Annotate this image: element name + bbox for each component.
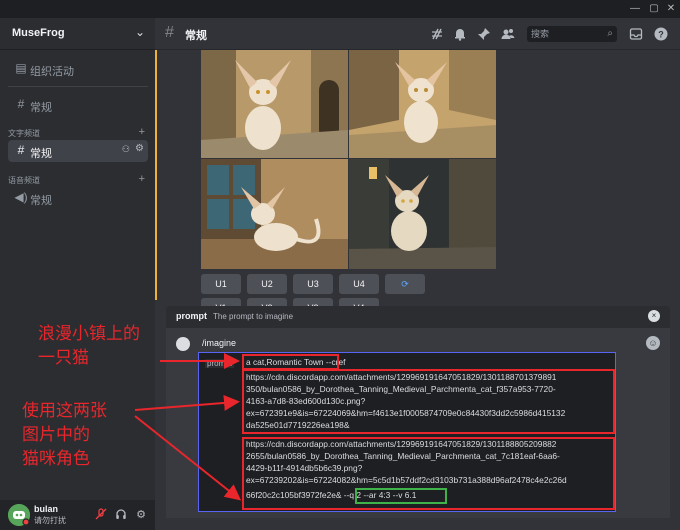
sidebar-item-general-voice[interactable]: ◀) 常规 bbox=[8, 187, 148, 209]
emoji-icon[interactable]: ☺ bbox=[646, 336, 660, 350]
threads-icon[interactable] bbox=[430, 27, 444, 41]
highlight-image-url-1 bbox=[242, 369, 615, 434]
hash-icon: # bbox=[165, 24, 174, 41]
username: bulan bbox=[34, 504, 58, 514]
generated-image-2[interactable] bbox=[349, 50, 496, 158]
add-channel-icon[interactable]: + bbox=[139, 173, 145, 185]
sidebar-item-label: 常规 bbox=[30, 102, 52, 114]
close-icon[interactable]: × bbox=[648, 310, 660, 322]
invite-icon[interactable]: ⚇ bbox=[122, 144, 130, 155]
sidebar-item-label: 常规 bbox=[30, 148, 52, 160]
server-name: MuseFrog bbox=[12, 27, 65, 39]
slash-command: /imagine bbox=[202, 338, 237, 348]
search-box[interactable]: ⌕ bbox=[527, 26, 617, 42]
sidebar-item-events[interactable]: ▤ 组织活动 bbox=[8, 58, 148, 80]
channel-title: 常规 bbox=[185, 30, 207, 42]
generated-image-3[interactable] bbox=[201, 159, 348, 269]
sidebar-item-label: 常规 bbox=[30, 195, 52, 207]
sidebar-item-general-top[interactable]: # 常规 bbox=[8, 94, 148, 116]
message-highlight-bar bbox=[155, 50, 157, 300]
mute-mic-icon[interactable] bbox=[94, 508, 108, 522]
bot-avatar bbox=[176, 337, 190, 351]
upscale-button-4[interactable]: U4 bbox=[339, 274, 379, 294]
highlight-prompt-text bbox=[242, 354, 339, 370]
help-icon[interactable]: ? bbox=[654, 27, 668, 41]
reroll-icon[interactable]: ⟳ bbox=[385, 274, 425, 294]
annotation-line: 使用这两张 bbox=[22, 401, 107, 421]
user-panel: bulan 请勿打扰 ⚙ bbox=[0, 500, 155, 530]
generated-image-4[interactable] bbox=[349, 159, 496, 269]
bell-icon[interactable] bbox=[453, 27, 467, 41]
hash-icon: # bbox=[17, 97, 25, 111]
upscale-button-2[interactable]: U2 bbox=[247, 274, 287, 294]
upscale-button-1[interactable]: U1 bbox=[201, 274, 241, 294]
speaker-icon: ◀) bbox=[14, 190, 28, 204]
annotation-town-cat: 浪漫小镇上的 一只猫 bbox=[38, 322, 140, 370]
divider bbox=[8, 86, 148, 87]
headphones-icon[interactable] bbox=[114, 508, 128, 522]
annotation-line: 猫咪角色 bbox=[22, 449, 90, 469]
pin-icon[interactable] bbox=[477, 27, 491, 41]
annotation-use-images: 使用这两张 图片中的 猫咪角色 bbox=[22, 399, 107, 471]
command-option-popup: prompt The prompt to imagine × bbox=[166, 306, 670, 328]
prompt-param-label: prompt bbox=[205, 359, 234, 368]
server-header[interactable]: MuseFrog ⌄ bbox=[0, 18, 155, 50]
hash-icon: # bbox=[17, 143, 25, 157]
member-list-icon[interactable] bbox=[501, 27, 515, 41]
title-bar: — ▢ ✕ bbox=[0, 0, 680, 18]
sidebar-item-label: 组织活动 bbox=[30, 66, 74, 78]
option-name: prompt bbox=[176, 311, 207, 321]
maximize-icon[interactable]: ▢ bbox=[647, 2, 661, 16]
search-input[interactable] bbox=[531, 27, 601, 41]
add-channel-icon[interactable]: + bbox=[139, 126, 145, 138]
avatar[interactable] bbox=[8, 504, 30, 526]
option-description: The prompt to imagine bbox=[213, 312, 294, 321]
minimize-icon[interactable]: — bbox=[628, 2, 642, 16]
gear-icon[interactable]: ⚙ bbox=[135, 143, 144, 154]
highlight-parameters bbox=[355, 488, 447, 504]
search-icon: ⌕ bbox=[607, 28, 613, 39]
svg-text:?: ? bbox=[658, 30, 664, 40]
category-voice-channels[interactable]: 语音频道 bbox=[8, 175, 40, 186]
generated-image-1[interactable] bbox=[201, 50, 348, 158]
inbox-icon[interactable] bbox=[629, 27, 643, 41]
upscale-button-3[interactable]: U3 bbox=[293, 274, 333, 294]
user-status: 请勿打扰 bbox=[34, 516, 66, 525]
sidebar-item-general-text[interactable]: # 常规 ⚇ ⚙ bbox=[8, 140, 148, 162]
settings-gear-icon[interactable]: ⚙ bbox=[134, 508, 148, 522]
close-window-icon[interactable]: ✕ bbox=[664, 2, 678, 16]
annotation-line: 一只猫 bbox=[38, 348, 89, 368]
channel-header: # 常规 ⌕ ? bbox=[155, 18, 680, 50]
chevron-down-icon: ⌄ bbox=[134, 25, 145, 39]
calendar-icon: ▤ bbox=[15, 61, 27, 75]
annotation-line: 浪漫小镇上的 bbox=[38, 324, 140, 344]
category-text-channels[interactable]: 文字频道 bbox=[8, 128, 40, 139]
annotation-line: 图片中的 bbox=[22, 425, 90, 445]
